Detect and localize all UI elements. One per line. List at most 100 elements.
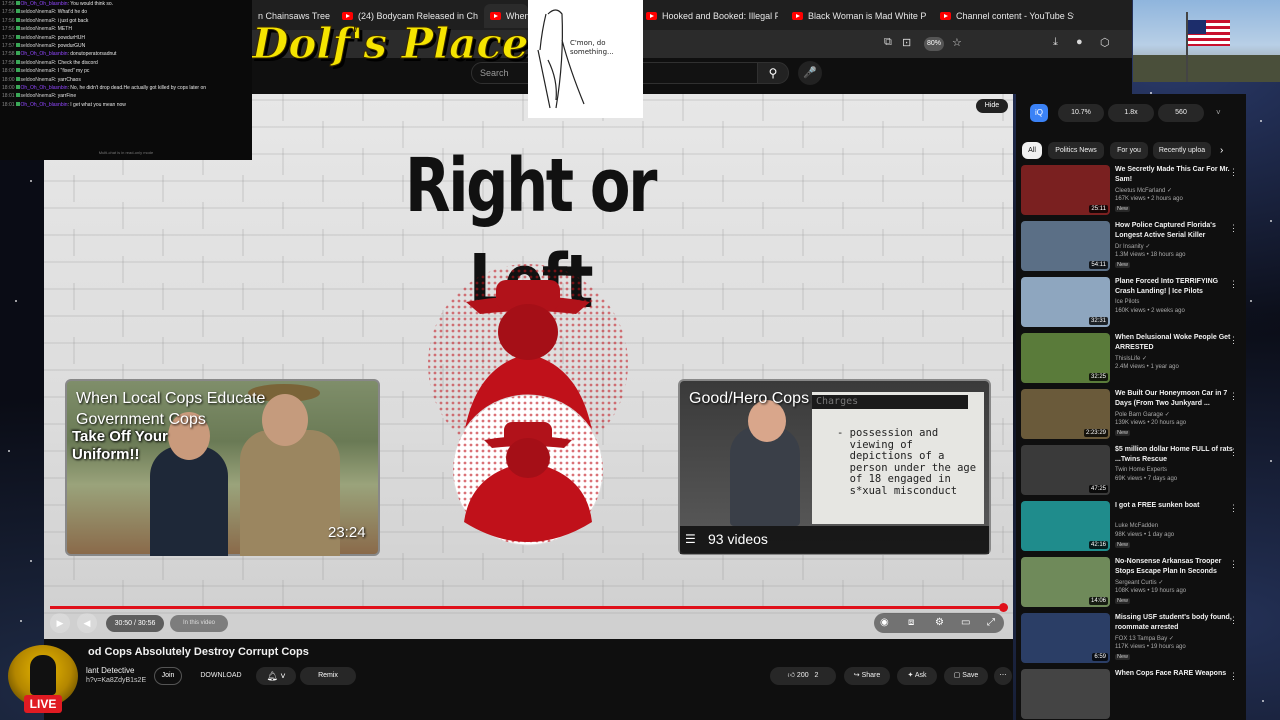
kebab-menu-icon[interactable]: ⋮	[1229, 503, 1238, 514]
browser-tab[interactable]: Hooked and Booked: Illegal Fish✕	[640, 4, 778, 28]
settings-icon[interactable]: ⚙	[935, 617, 944, 628]
recommendation-item[interactable]: When Cops Face RARE Weapons ⋮	[1021, 669, 1241, 720]
recommendation-item[interactable]: 54:11 How Police Captured Florida's Longe…	[1021, 221, 1241, 273]
recommendation-channel[interactable]: Ice Pilots	[1115, 299, 1139, 305]
recommendation-item[interactable]: 6:59 Missing USF student's body found, ro…	[1021, 613, 1241, 665]
kebab-menu-icon[interactable]: ⋮	[1229, 615, 1238, 626]
recommendation-item[interactable]: 47:25 $5 million dollar Home FULL of rats…	[1021, 445, 1241, 497]
recommendation-thumbnail[interactable]: 14:06	[1021, 557, 1110, 607]
profile-icon[interactable]: ●	[1076, 36, 1083, 48]
chevron-right-icon[interactable]: ›	[1220, 145, 1223, 156]
recommendation-title[interactable]: $5 million dollar Home FULL of rats ...T…	[1115, 445, 1233, 465]
seek-bar[interactable]	[50, 606, 1004, 609]
recommendation-channel[interactable]: ThislsLife ✓	[1115, 355, 1147, 362]
kebab-menu-icon[interactable]: ⋮	[1229, 559, 1238, 570]
picture-in-picture-icon[interactable]: ⧉	[884, 36, 892, 49]
recommendation-item[interactable]: 42:16 I got a FREE sunken boat Luke McFadd…	[1021, 501, 1241, 553]
recommendation-channel[interactable]: Twin Home Experts	[1115, 467, 1167, 473]
recommendation-title[interactable]: How Police Captured Florida's Longest Ac…	[1115, 221, 1233, 241]
filter-chip[interactable]: Recently uploa	[1153, 142, 1211, 159]
recommendation-title[interactable]: I got a FREE sunken boat	[1115, 501, 1233, 511]
seek-handle[interactable]	[999, 603, 1008, 612]
recommendation-channel[interactable]: Cleetus McFarland ✓	[1115, 187, 1172, 194]
play-button[interactable]: ▶	[50, 613, 70, 633]
kebab-menu-icon[interactable]: ⋮	[1229, 671, 1238, 682]
chat-username[interactable]: seldooNnemaR	[21, 9, 55, 15]
zoom-level[interactable]: 80%	[924, 37, 944, 51]
recommendation-item[interactable]: 25:11 We Secretly Made This Car For Mr. S…	[1021, 165, 1241, 217]
chat-username[interactable]: seldooNnemaR	[21, 77, 55, 83]
extensions-icon[interactable]: ⬡	[1100, 36, 1110, 49]
save-button[interactable]: ▢ Save	[944, 667, 988, 685]
install-icon[interactable]: ⊡	[902, 36, 911, 49]
recommendation-thumbnail[interactable]: 54:11	[1021, 221, 1110, 271]
chat-username[interactable]: seldooNnemaR	[21, 18, 55, 24]
share-button[interactable]: ↪ Share	[844, 667, 890, 685]
voice-search-button[interactable]: 🎤	[798, 61, 822, 85]
recommendation-title[interactable]: When Cops Face RARE Weapons	[1115, 669, 1233, 679]
recommendation-thumbnail[interactable]: 6:59	[1021, 613, 1110, 663]
recommendation-thumbnail[interactable]: 25:11	[1021, 165, 1110, 215]
kebab-menu-icon[interactable]: ⋮	[1229, 447, 1238, 458]
recommendation-thumbnail[interactable]: 47:25	[1021, 445, 1110, 495]
more-actions-button[interactable]: ⋯	[994, 667, 1012, 685]
filter-chip[interactable]: For you	[1110, 142, 1148, 159]
recommendation-thumbnail[interactable]: 32:25	[1021, 333, 1110, 383]
chat-username[interactable]: seldooNnemaR	[21, 68, 55, 74]
chat-username[interactable]: seldooNnemaR	[21, 35, 55, 41]
fullscreen-icon[interactable]: ⤢	[987, 617, 995, 628]
kebab-menu-icon[interactable]: ⋮	[1229, 391, 1238, 402]
download-icon[interactable]: ⤓	[1053, 36, 1058, 49]
join-button[interactable]: Join	[154, 667, 182, 685]
download-button[interactable]: DOWNLOAD	[192, 667, 250, 685]
kebab-menu-icon[interactable]: ⋮	[1229, 335, 1238, 346]
filter-chip[interactable]: Politics News	[1048, 142, 1104, 159]
ask-button[interactable]: ✦ Ask	[897, 667, 937, 685]
chat-username[interactable]: seldooNnemaR	[21, 43, 55, 49]
recommendation-item[interactable]: 32:25 When Delusional Woke People Get ARR…	[1021, 333, 1241, 385]
remix-button[interactable]: Remix	[300, 667, 356, 685]
recommendation-title[interactable]: No-Nonsense Arkansas Trooper Stops Escap…	[1115, 557, 1233, 577]
recommendation-channel[interactable]: Sergeant Curtis ✓	[1115, 579, 1163, 586]
kebab-menu-icon[interactable]: ⋮	[1229, 223, 1238, 234]
recommendation-item[interactable]: 14:06 No-Nonsense Arkansas Trooper Stops …	[1021, 557, 1241, 609]
chat-username[interactable]: Oh_Oh_Oh_blasnbin	[21, 85, 68, 91]
kebab-menu-icon[interactable]: ⋮	[1229, 279, 1238, 290]
extension-logo-icon[interactable]: iQ	[1030, 104, 1048, 122]
channel-name[interactable]: lant Detective	[86, 666, 134, 675]
recommendation-title[interactable]: Missing USF student's body found, roomma…	[1115, 613, 1233, 633]
recommendation-thumbnail[interactable]: 42:16	[1021, 501, 1110, 551]
notification-bell-button[interactable]: 🔔︎ ˅	[256, 667, 296, 685]
browser-tab[interactable]: Channel content - YouTube Stu✕	[934, 4, 1074, 28]
bookmark-star-icon[interactable]: ☆	[952, 36, 962, 49]
autoplay-toggle-icon[interactable]: ◉	[880, 617, 889, 628]
recommendation-thumbnail[interactable]: 32:31	[1021, 277, 1110, 327]
recommendation-channel[interactable]: FOX 13 Tampa Bay ✓	[1115, 635, 1174, 642]
chat-username[interactable]: Oh_Oh_Oh_blasnbin	[21, 51, 68, 57]
like-dislike-button[interactable]: 👍︎ 200 2	[770, 667, 836, 685]
search-button[interactable]: ⚲	[757, 62, 789, 84]
chat-username[interactable]: seldooNnemaR	[21, 26, 55, 32]
chat-username[interactable]: Oh_Oh_Oh_blasnbin	[21, 102, 68, 108]
chat-username[interactable]: seldooNnemaR	[21, 60, 55, 66]
recommendation-thumbnail[interactable]	[1021, 669, 1110, 719]
chat-username[interactable]: Oh_Oh_Oh_blasnbin	[21, 1, 68, 7]
recommendation-title[interactable]: Plane Forced Into TERRIFYING Crash Landi…	[1115, 277, 1233, 297]
recommendation-channel[interactable]: Luke McFadden	[1115, 523, 1158, 529]
recommendation-thumbnail[interactable]: 2:23:29	[1021, 389, 1110, 439]
recommendation-title[interactable]: When Delusional Woke People Get ARRESTED	[1115, 333, 1233, 353]
recommendation-item[interactable]: 2:23:29 We Built Our Honeymoon Car in 7 D…	[1021, 389, 1241, 441]
recommendation-title[interactable]: We Secretly Made This Car For Mr. Sam!	[1115, 165, 1233, 185]
theater-icon[interactable]: ▭	[961, 617, 970, 628]
recommendation-item[interactable]: 32:31 Plane Forced Into TERRIFYING Crash …	[1021, 277, 1241, 329]
captions-icon[interactable]: ⧈	[908, 617, 914, 628]
volume-button[interactable]: ◀	[77, 613, 97, 633]
recommendation-title[interactable]: We Built Our Honeymoon Car in 7 Days (Fr…	[1115, 389, 1233, 409]
chat-username[interactable]: seldooNnemaR	[21, 93, 55, 99]
recommendation-channel[interactable]: Pole Barn Garage ✓	[1115, 411, 1170, 418]
kebab-menu-icon[interactable]: ⋮	[1229, 167, 1238, 178]
chevron-down-icon[interactable]: ˅	[1216, 108, 1221, 117]
browser-tab[interactable]: Black Woman is Mad White Peo✕	[786, 4, 926, 28]
chapter-button[interactable]: In this video	[170, 615, 228, 632]
recommendation-channel[interactable]: Dr Insanity ✓	[1115, 243, 1150, 250]
